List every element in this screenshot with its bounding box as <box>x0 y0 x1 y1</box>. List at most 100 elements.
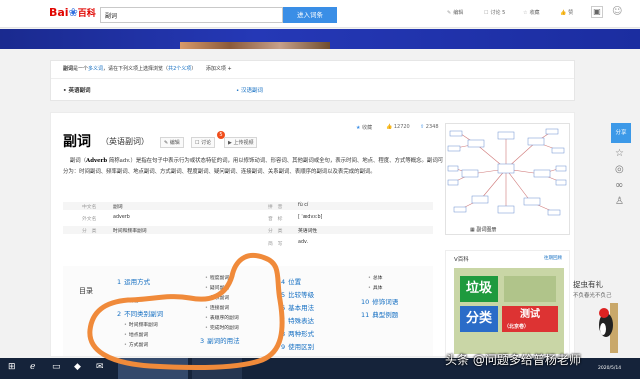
top-like-button[interactable]: 👍 赞 <box>560 9 573 16</box>
vbaike-title: V百科 <box>454 257 469 263</box>
top-bar: Bai❀百科 副词 进入词条 ✎ 编辑 ☐ 讨论 5 ☆ 收藏 👍 赞 ▣ ☺ <box>0 0 640 28</box>
collect-stat[interactable]: ★ 收藏 <box>356 124 372 131</box>
discuss-icon: ☐ <box>484 10 489 16</box>
upload-video-button[interactable]: ▶ 上传视频 <box>224 137 258 148</box>
info-key: 分 类 <box>268 229 283 234</box>
toc-item[interactable]: 2 不同类别副词 <box>117 308 163 318</box>
share-button[interactable]: 分享 <box>611 123 631 143</box>
chat-bubble-icon[interactable]: ◎ <box>615 164 624 175</box>
toc-item[interactable]: 6 基本用法 <box>281 302 314 312</box>
gift-icon[interactable]: ▣ <box>591 6 603 18</box>
toc-label: 典型例题 <box>372 311 399 319</box>
vbaike-video-card[interactable]: 垃圾 分类 测试 （北京卷） <box>454 268 564 354</box>
info-value: fù cí <box>298 203 309 208</box>
video-icon: ▶ <box>228 140 232 146</box>
top-edit-button[interactable]: ✎ 编辑 <box>447 9 463 16</box>
summary-rest: 简称adv.）是指在句子中表示行为或状态特征的词，用以修饰动词、形容词、其他副词… <box>63 158 444 175</box>
meaning-option-label: 英语副词 <box>68 88 91 94</box>
meaning-option-chinese[interactable]: • 汉语副词 <box>236 86 263 94</box>
card-image <box>504 276 556 302</box>
add-meaning-link[interactable]: 添加义项 + <box>206 66 232 72</box>
toc-number: 9 <box>281 343 286 351</box>
toc-subitem[interactable]: 连接副词 <box>205 304 229 311</box>
image-gallery-caption[interactable]: ▦ 副词图册 <box>470 226 496 233</box>
enter-entry-button[interactable]: 进入词条 <box>283 7 337 23</box>
meaning-option-english[interactable]: • 英语副词 <box>63 86 90 94</box>
collect-label: 收藏 <box>362 125 373 131</box>
windows-start-icon[interactable]: ⊞ <box>8 362 16 372</box>
upload-label: 上传视频 <box>233 140 254 146</box>
ad-title[interactable]: 捉虫有礼 <box>573 279 603 290</box>
wechat-icon[interactable]: ∞ <box>615 180 623 191</box>
info-value: adverb <box>113 215 130 220</box>
card-title-1: 垃圾 <box>460 276 498 302</box>
discuss-button[interactable]: ☐ 讨论 <box>191 137 216 148</box>
qq-icon[interactable]: ♙ <box>615 196 624 207</box>
toc-subitem[interactable]: 完成时的副词 <box>205 324 239 331</box>
toc-item[interactable]: 10 修饰词语 <box>361 296 398 306</box>
toc-number: 1 <box>117 278 122 286</box>
multi-meaning-link[interactable]: 多义词 <box>88 66 103 72</box>
app-icon[interactable]: ✉ <box>96 362 104 372</box>
star-icon: ☆ <box>523 10 528 16</box>
toc-item[interactable]: 3 副词的用法 <box>200 335 240 345</box>
share-stat[interactable]: ⇪ 2348 <box>420 124 439 130</box>
app-icon[interactable]: ◆ <box>74 362 81 372</box>
toc-item[interactable]: 7 特殊表达 <box>281 315 314 325</box>
meaning-count-link[interactable]: 共2个义项 <box>168 66 191 72</box>
toc-subitem[interactable]: 时间频率副词 <box>124 321 158 328</box>
toc-subitem[interactable]: 功能 <box>124 297 139 304</box>
divider <box>51 78 574 79</box>
top-discuss-button[interactable]: ☐ 讨论 5 <box>484 9 505 16</box>
mind-map-image[interactable] <box>445 123 570 235</box>
file-explorer-icon[interactable]: ▭ <box>52 362 61 372</box>
edge-icon[interactable]: ℯ <box>30 362 35 372</box>
toc-number: 3 <box>200 337 205 345</box>
share-count: 2348 <box>425 124 439 130</box>
taskbar-window[interactable] <box>192 358 242 379</box>
toc-item[interactable]: 11 典型例题 <box>361 309 398 319</box>
gallery-label: 副词图册 <box>476 227 497 233</box>
toc-item[interactable]: 5 比较等级 <box>281 289 314 299</box>
toc-label: 运用方式 <box>124 278 151 286</box>
toc-item[interactable]: 9 使用区别 <box>281 341 314 351</box>
toc-number: 8 <box>281 330 286 338</box>
info-key: 简 写 <box>268 242 283 247</box>
toc-item[interactable]: 4 位置 <box>281 276 301 286</box>
disambiguation-box: 副词是一个多义词，请在下列义项上选择浏览（共2个义项） 添加义项 + • 英语副… <box>50 60 575 101</box>
edit-button[interactable]: ✎ 编辑 <box>160 137 184 148</box>
toc-label: 比较等级 <box>288 291 315 299</box>
toc-label: 基本用法 <box>288 304 315 312</box>
top-collect-button[interactable]: ☆ 收藏 <box>523 9 540 16</box>
toc-item[interactable]: 1 运用方式 <box>117 276 150 286</box>
toc-subitem[interactable]: 关系副词 <box>205 294 229 301</box>
toc-subitem[interactable]: 地点副词 <box>124 331 148 338</box>
toc-subitem[interactable]: 表顺序的副词 <box>205 314 239 321</box>
chat-icon: ☐ <box>195 140 200 146</box>
edit-icon: ✎ <box>447 10 452 16</box>
toc-item[interactable]: 8 两种形式 <box>281 328 314 338</box>
toc-subitem[interactable]: 方式副词 <box>124 341 148 348</box>
toc-subitem[interactable]: 总体 <box>368 274 383 281</box>
disambiguation-text: 副词是一个多义词，请在下列义项上选择浏览（共2个义项） 添加义项 + <box>63 65 232 72</box>
star-icon[interactable]: ☆ <box>615 148 624 159</box>
page-title: 副词 <box>63 134 91 150</box>
toc-label: 不同类别副词 <box>124 310 164 318</box>
baike-logo[interactable]: Bai❀百科 <box>49 6 96 19</box>
toc-number: 2 <box>117 310 122 318</box>
search-input[interactable]: 副词 <box>100 7 283 23</box>
watermark-text: 头条 @问题多给普杨老师 <box>445 353 581 367</box>
vbaike-panel: V百科 往期回顾 垃圾 分类 测试 （北京卷） <box>445 250 570 357</box>
info-value: adv. <box>298 240 308 245</box>
toc-subitem[interactable]: 疑问副词 <box>205 284 229 291</box>
card-title-2: 分类 <box>460 306 498 332</box>
vbaike-more-link[interactable]: 往期回顾 <box>544 255 562 261</box>
like-stat[interactable]: 👍 12720 <box>386 124 410 130</box>
gallery-icon: ▦ <box>470 227 475 233</box>
taskbar-active-window[interactable] <box>118 358 188 379</box>
top-edit-label: 编辑 <box>453 10 464 16</box>
toc-subitem[interactable]: 具体 <box>368 284 383 291</box>
toc-label: 特殊表达 <box>288 317 315 325</box>
user-avatar-icon[interactable]: ☺ <box>612 6 622 17</box>
toc-subitem[interactable]: 程度副词 <box>205 274 229 281</box>
